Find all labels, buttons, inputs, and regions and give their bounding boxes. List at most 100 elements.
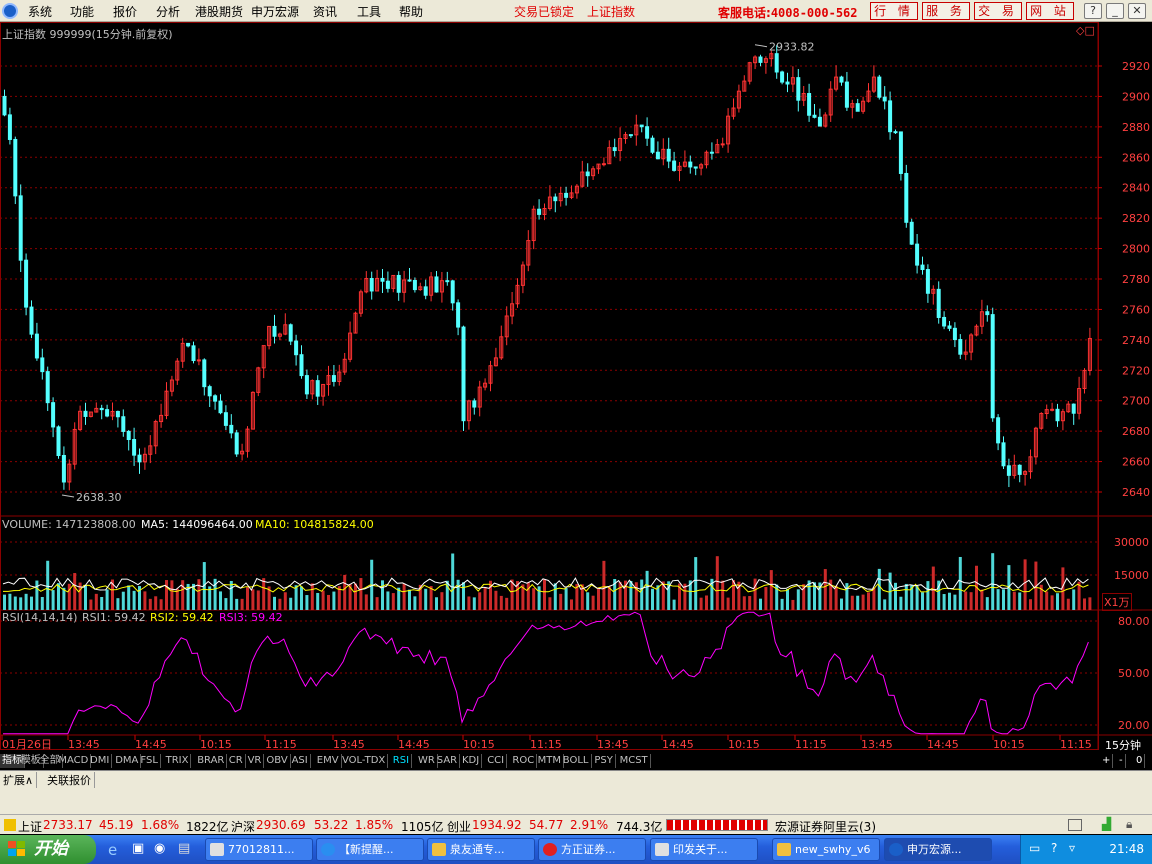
candle-body bbox=[461, 326, 466, 422]
close-icon[interactable]: ✕ bbox=[1128, 3, 1146, 19]
indicator-tab[interactable]: DMA bbox=[113, 754, 142, 768]
broker-server[interactable]: 宏源证券阿里云(3) bbox=[775, 818, 876, 835]
zoom-reset-button[interactable]: 0 bbox=[1134, 754, 1146, 768]
taskbar-item-founder[interactable]: 方正证券... bbox=[538, 838, 646, 861]
indicator-tab[interactable]: DMI bbox=[88, 754, 113, 768]
indicator-tab[interactable]: SAR bbox=[435, 754, 461, 768]
indicator-tab[interactable]: CR bbox=[227, 754, 246, 768]
indicator-tab[interactable]: EMV bbox=[315, 754, 342, 768]
market-breadth-bar bbox=[666, 819, 768, 831]
volume-bar bbox=[705, 595, 708, 610]
start-button[interactable]: 开始 bbox=[0, 835, 96, 864]
candle-body bbox=[229, 424, 234, 434]
indicator-tab[interactable]: TRIX bbox=[164, 754, 192, 768]
volume-bar bbox=[408, 589, 411, 610]
help-icon[interactable]: ? bbox=[1084, 3, 1102, 19]
clock[interactable]: 21:48 bbox=[1109, 842, 1144, 856]
desktop-icon[interactable]: ▣ bbox=[132, 841, 144, 856]
quote-button[interactable]: 行 情 bbox=[870, 2, 918, 20]
candle-body bbox=[7, 114, 12, 140]
volume-bar bbox=[629, 580, 633, 610]
volume-bar bbox=[505, 597, 509, 610]
trade-button[interactable]: 交 易 bbox=[974, 2, 1022, 20]
chart-window-icons[interactable]: ◇□ bbox=[1076, 24, 1095, 37]
indicator-tab[interactable]: MACD bbox=[56, 754, 92, 768]
help-tray-icon[interactable]: ? bbox=[1051, 841, 1057, 855]
document-icon bbox=[655, 843, 669, 856]
time-tick-label: 10:15 bbox=[728, 738, 760, 750]
taskbar-item-swhy-folder[interactable]: new_swhy_v6 bbox=[772, 838, 880, 861]
menu-hk-futures[interactable]: 港股期货 bbox=[195, 3, 243, 20]
price-tick-label: 2800 bbox=[1122, 243, 1150, 256]
indicator-tab[interactable]: KDJ bbox=[460, 754, 483, 768]
keyboard-icon[interactable]: ▭ bbox=[1029, 841, 1040, 855]
candle-body bbox=[888, 100, 893, 133]
volume-bar bbox=[958, 556, 962, 610]
menu-swhy[interactable]: 申万宏源 bbox=[251, 3, 299, 20]
zoom-in-button[interactable]: + bbox=[1100, 754, 1114, 768]
candle-body bbox=[1071, 403, 1076, 414]
indicator-tab[interactable]: PSY bbox=[592, 754, 616, 768]
taskbar-item-file[interactable]: 77012811... bbox=[205, 838, 313, 861]
indicator-tab[interactable]: CCI bbox=[485, 754, 508, 768]
price-tick-label: 2720 bbox=[1122, 364, 1150, 377]
indicator-tab[interactable]: OBV bbox=[264, 754, 291, 768]
volume-bar bbox=[564, 588, 568, 610]
candle-body bbox=[132, 439, 137, 456]
trade-lock-status[interactable]: 交易已锁定 bbox=[514, 3, 574, 20]
candle-body bbox=[807, 93, 812, 116]
zoom-out-button[interactable]: - bbox=[1117, 754, 1126, 768]
candle-body bbox=[990, 314, 995, 419]
layout-icon[interactable] bbox=[1068, 819, 1082, 831]
volume-bar bbox=[640, 579, 644, 610]
taskbar-item-swhy-app[interactable]: 申万宏源... bbox=[884, 838, 992, 861]
indicator-tab[interactable]: MCST bbox=[618, 754, 651, 768]
indicator-tab[interactable]: VR bbox=[246, 754, 265, 768]
lock-small-icon[interactable]: 🔒︎ bbox=[1126, 817, 1132, 832]
lock-icon[interactable] bbox=[4, 819, 16, 831]
volume-bar bbox=[132, 590, 136, 610]
volume-bar bbox=[526, 582, 530, 610]
related-quotes-tab[interactable]: 关联报价 bbox=[44, 772, 95, 788]
indicator-tab[interactable]: RSI bbox=[391, 754, 413, 768]
shield-icon[interactable]: ▿ bbox=[1069, 841, 1075, 855]
current-index-label[interactable]: 上证指数 bbox=[587, 3, 635, 20]
menu-quote[interactable]: 报价 bbox=[113, 3, 137, 20]
taskbar-item-folder[interactable]: 泉友通专... bbox=[427, 838, 535, 861]
menu-tools[interactable]: 工具 bbox=[357, 3, 381, 20]
menu-analysis[interactable]: 分析 bbox=[156, 3, 180, 20]
signal-icon[interactable]: ▟ bbox=[1102, 817, 1111, 831]
chart-area[interactable]: 2920 2900 2880 2860 2840 2820 2800 2780 2760 2740… bbox=[0, 22, 1152, 753]
taskbar-item-reminder[interactable]: 【新提醒... bbox=[316, 838, 424, 861]
volume-bar bbox=[456, 579, 460, 610]
candle-body bbox=[29, 306, 34, 335]
menu-function[interactable]: 功能 bbox=[70, 3, 94, 20]
browser-icon[interactable]: ◉ bbox=[154, 841, 165, 856]
indicator-tab[interactable]: BOLL bbox=[561, 754, 592, 768]
taskbar-item-document[interactable]: 印发关于... bbox=[650, 838, 758, 861]
indicator-tab[interactable]: MTM bbox=[536, 754, 564, 768]
expand-tab[interactable]: 扩展∧ bbox=[0, 772, 38, 788]
media-icon[interactable]: ▤ bbox=[178, 841, 190, 856]
menu-info[interactable]: 资讯 bbox=[313, 3, 337, 20]
indicator-tab[interactable]: VOL-TDX bbox=[340, 754, 389, 768]
indicator-tab[interactable]: FSL bbox=[138, 754, 161, 768]
indicator-tab[interactable]: ROC bbox=[510, 754, 538, 768]
volume-bar bbox=[435, 597, 438, 610]
hs-value: 2930.69 bbox=[256, 818, 306, 832]
volume-bar bbox=[451, 553, 455, 610]
minimize-icon[interactable]: _ bbox=[1106, 3, 1124, 19]
indicator-tab[interactable]: BRAR bbox=[195, 754, 228, 768]
ie-icon[interactable]: e bbox=[108, 841, 117, 859]
volume-bar bbox=[942, 594, 946, 610]
service-button[interactable]: 服 务 bbox=[922, 2, 970, 20]
indicator-tab[interactable]: ASI bbox=[290, 754, 311, 768]
website-button[interactable]: 网 站 bbox=[1026, 2, 1074, 20]
menu-help[interactable]: 帮助 bbox=[399, 3, 423, 20]
menu-system[interactable]: 系统 bbox=[28, 3, 52, 20]
hotline: 客服电话:4008-000-562 bbox=[718, 4, 858, 21]
candle-body bbox=[137, 454, 142, 463]
volume-bar bbox=[537, 586, 541, 610]
period-label[interactable]: 15分钟 bbox=[1105, 737, 1141, 753]
kline-chart[interactable]: 2920 2900 2880 2860 2840 2820 2800 2780 2760 2740… bbox=[0, 22, 1152, 751]
